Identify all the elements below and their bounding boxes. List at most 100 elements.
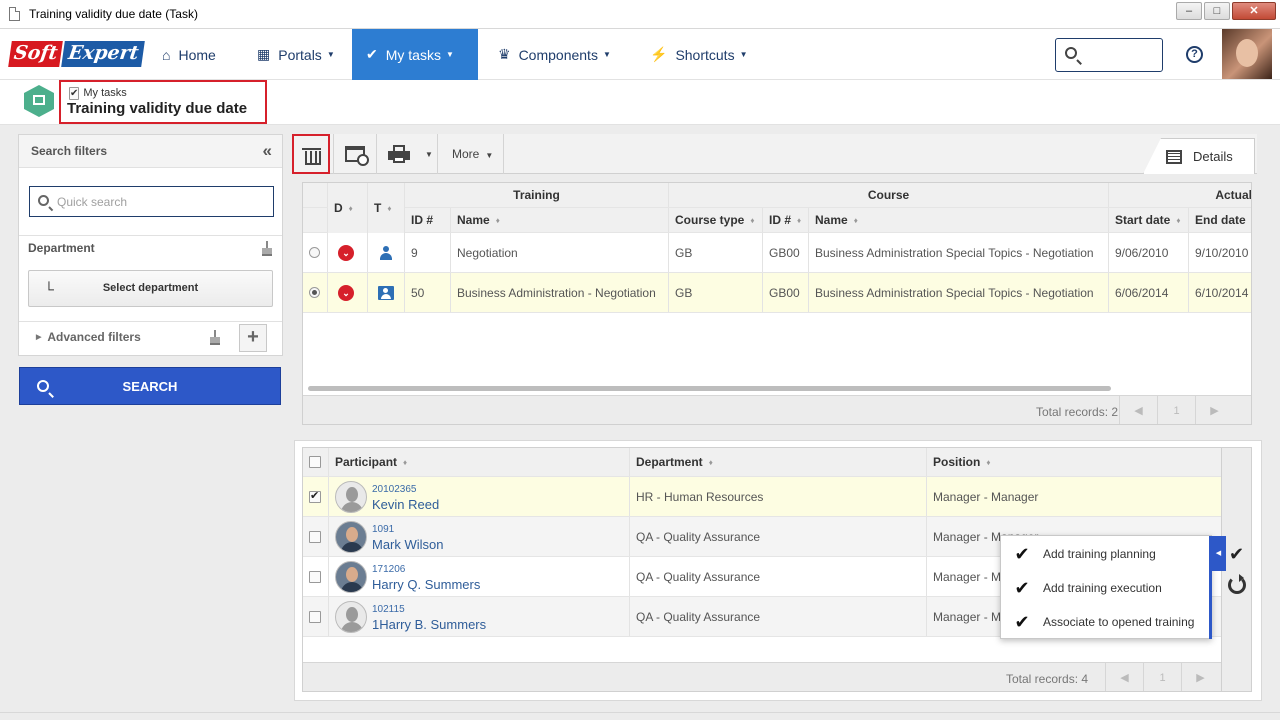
row-checkbox[interactable] — [309, 610, 321, 623]
clear-department-button[interactable] — [262, 241, 272, 256]
participant-name[interactable]: Kevin Reed — [372, 497, 439, 512]
collapse-left-icon[interactable]: « — [263, 141, 272, 161]
more-menu-button[interactable]: More ▼ — [452, 147, 493, 161]
expand-arrow-icon: ▶ — [36, 334, 42, 341]
popup-collapse-icon[interactable]: ◀ — [1211, 536, 1226, 571]
col-start-date[interactable]: Start date ♦ — [1109, 208, 1189, 232]
quick-search-input[interactable] — [57, 193, 267, 211]
participant-name[interactable]: Harry Q. Summers — [372, 577, 480, 592]
user-avatar[interactable] — [1222, 29, 1272, 79]
menu-item-add-training-execution[interactable]: ✔ Add training execution — [1001, 571, 1209, 605]
next-page-button[interactable]: ▶ — [1195, 396, 1233, 424]
softexpert-logo[interactable]: Soft Expert — [8, 41, 146, 67]
row-radio[interactable] — [309, 247, 320, 258]
select-department-button[interactable]: └ Select department — [28, 270, 273, 307]
next-page-button[interactable]: ▶ — [1181, 663, 1219, 691]
select-department-label: Select department — [102, 282, 199, 294]
advanced-filters-toggle[interactable]: ▶ Advanced filters — [36, 330, 141, 344]
col-training-id[interactable]: ID # — [405, 208, 451, 232]
filters-header: Search filters « — [19, 135, 282, 168]
search-icon — [38, 195, 49, 206]
cell-course-type: GB — [669, 233, 763, 272]
window-bottom-border — [0, 712, 1280, 720]
nav-my-tasks-label: My tasks — [385, 46, 441, 63]
print-dropdown-icon[interactable]: ▼ — [425, 150, 433, 159]
avatar — [335, 520, 367, 553]
check-icon: ✔ — [1014, 543, 1030, 564]
col-course-type[interactable]: Course type ♦ — [669, 208, 763, 232]
sort-icon: ♦ — [348, 203, 353, 213]
nav-portals-label: Portals — [278, 46, 322, 63]
col-course-id[interactable]: ID # ♦ — [763, 208, 809, 232]
nav-shortcuts[interactable]: ⚡ Shortcuts ▼ — [636, 29, 762, 80]
column-header-row: D ♦ T ♦ ID # Name ♦ Course type ♦ ID # ♦ Name… — [303, 183, 1251, 233]
action-popup-menu: ◀ ✔ Add training planning ✔ Add training… — [1000, 535, 1226, 639]
search-button[interactable]: SEARCH — [19, 367, 281, 405]
pager: ◀ 1 ▶ — [1119, 396, 1233, 424]
print-button[interactable] — [388, 145, 410, 163]
row-checkbox[interactable] — [309, 570, 321, 583]
course-group-header: Course — [669, 183, 1109, 207]
col-position[interactable]: Position ♦ — [927, 448, 1221, 476]
menu-item-associate-opened-training[interactable]: ✔ Associate to opened training — [1001, 605, 1209, 639]
participant-name[interactable]: Mark Wilson — [372, 537, 444, 552]
nav-my-tasks[interactable]: ✔ My tasks ▼ — [352, 29, 478, 80]
chevron-down-icon: ▼ — [739, 50, 748, 59]
tab-details[interactable]: Details — [1143, 138, 1255, 174]
col-department[interactable]: Department ♦ — [630, 448, 927, 476]
row-checkbox[interactable] — [309, 530, 321, 543]
view-record-button[interactable] — [345, 146, 369, 166]
sort-icon: ♦ — [708, 457, 713, 467]
breadcrumb-parent[interactable]: ✔ My tasks — [69, 87, 127, 100]
cell-course-id: GB00 — [763, 273, 809, 312]
horizontal-scrollbar[interactable] — [308, 386, 1111, 391]
row-checkbox[interactable] — [309, 489, 321, 503]
close-button[interactable]: ✕ — [1232, 2, 1276, 20]
add-filter-button[interactable]: + — [239, 324, 267, 352]
col-course-name[interactable]: Name ♦ — [809, 208, 1109, 232]
apply-check-icon[interactable]: ✔ — [1229, 544, 1244, 565]
page-header: ✔ My tasks Training validity due date — [0, 80, 1280, 125]
col-end-date[interactable]: End date — [1189, 208, 1251, 232]
window-title: Training validity due date (Task) — [29, 7, 198, 21]
cell-department: QA - Quality Assurance — [630, 597, 927, 636]
status-chevron-icon: ⌄ — [338, 284, 354, 301]
column-header-row: Participant ♦ Department ♦ Position ♦ — [303, 448, 1221, 477]
maximize-button[interactable]: □ — [1204, 2, 1230, 20]
nav-shortcuts-label: Shortcuts — [675, 46, 735, 63]
grid-footer: Total records: 2 ◀ 1 ▶ — [303, 395, 1251, 424]
sort-icon: ♦ — [1176, 215, 1181, 225]
global-search-input[interactable] — [1055, 38, 1163, 72]
col-d[interactable]: D ♦ — [328, 183, 368, 233]
delete-button[interactable] — [292, 134, 330, 174]
nav-home[interactable]: ⌂ Home — [148, 29, 230, 80]
col-participant[interactable]: Participant ♦ — [329, 448, 630, 476]
avatar — [335, 560, 367, 593]
breadcrumb: ✔ My tasks Training validity due date — [59, 80, 267, 124]
help-button[interactable]: ? — [1186, 46, 1203, 63]
col-t[interactable]: T ♦ — [368, 183, 405, 233]
clear-advanced-filters-button[interactable] — [210, 330, 220, 347]
prev-page-button[interactable]: ◀ — [1105, 663, 1143, 691]
refresh-icon[interactable] — [1228, 574, 1246, 594]
menu-item-add-training-planning[interactable]: ✔ Add training planning — [1001, 537, 1209, 571]
table-row[interactable]: ⌄ 9 Negotiation GB GB00 Business Adminis… — [303, 233, 1251, 273]
table-row[interactable]: ⌄ 50 Business Administration - Negotiati… — [303, 273, 1251, 313]
page-number: 1 — [1143, 663, 1181, 691]
person-icon — [379, 245, 393, 260]
nav-components[interactable]: ♛ Components ▼ — [484, 29, 625, 80]
nav-portals[interactable]: ▦ Portals ▼ — [243, 29, 349, 80]
quick-search-field[interactable] — [29, 186, 274, 217]
minimize-button[interactable]: – — [1176, 2, 1202, 20]
group-header-row: Training Course Actual — [303, 183, 1251, 208]
select-all-checkbox[interactable] — [309, 456, 321, 468]
page-number: 1 — [1157, 396, 1195, 424]
participant-name[interactable]: 1Harry B. Summers — [372, 617, 486, 632]
cell-course-name: Business Administration Special Topics -… — [809, 233, 1109, 272]
col-training-name[interactable]: Name ♦ — [451, 208, 669, 232]
page-title: Training validity due date — [67, 100, 248, 117]
table-row[interactable]: 20102365Kevin Reed HR - Human Resources … — [303, 477, 1221, 517]
row-radio[interactable] — [309, 287, 320, 298]
details-grid-icon — [1166, 150, 1182, 164]
prev-page-button[interactable]: ◀ — [1119, 396, 1157, 424]
